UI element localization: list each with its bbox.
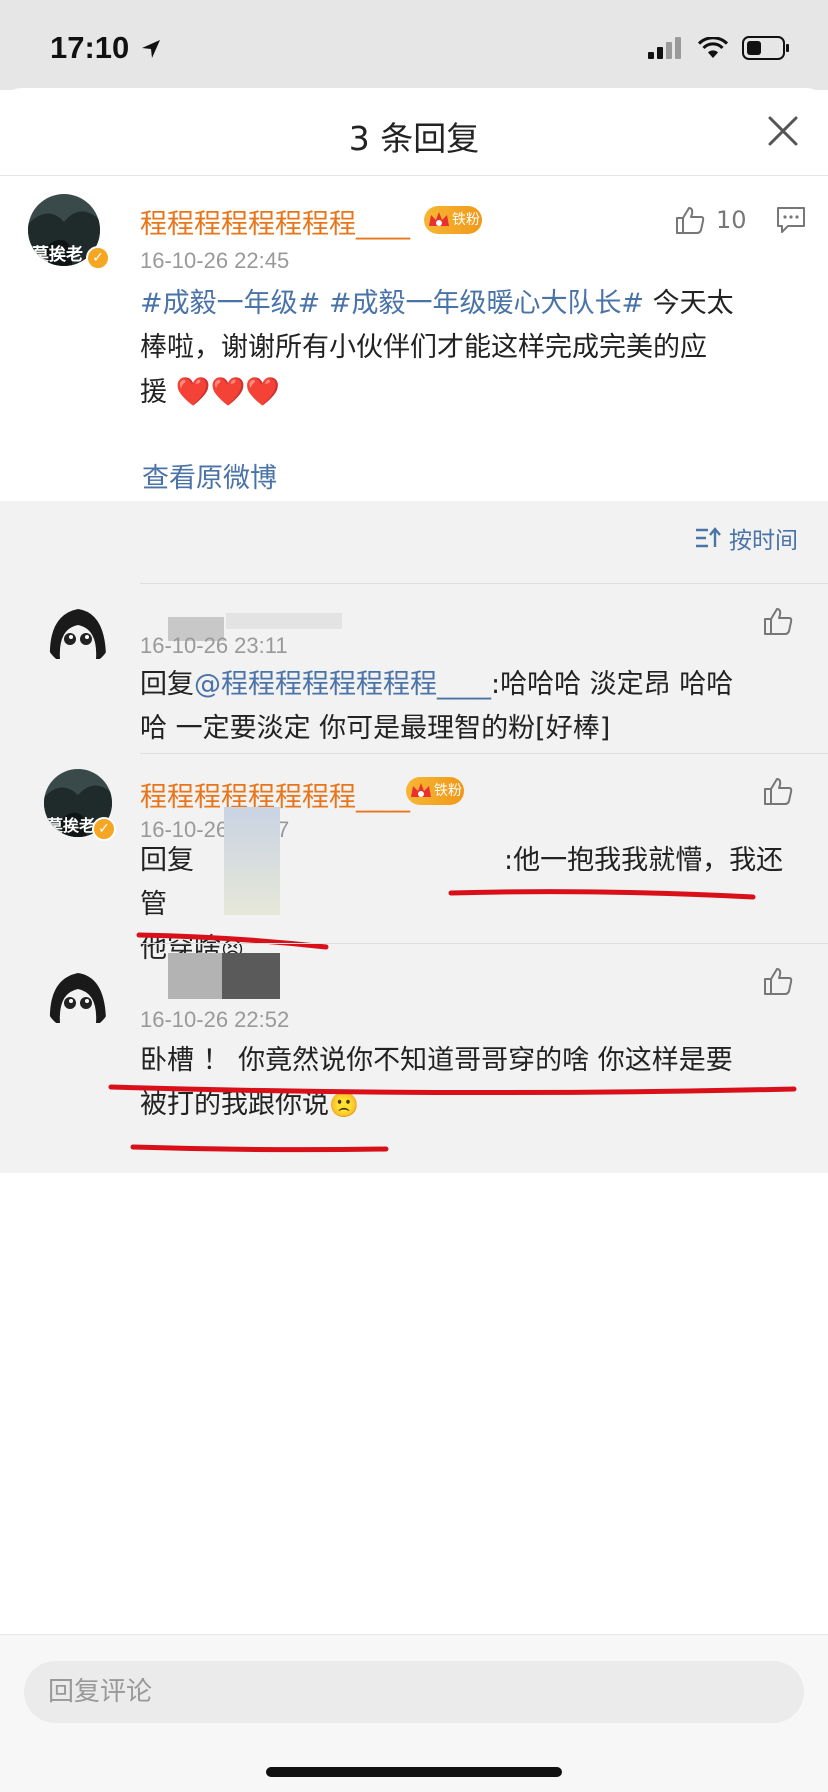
fan-badge-label: 铁粉 [434, 783, 462, 799]
reply-text-line: 卧槽 ！ 你竟然说你不知道哥哥穿的啥 你这样是要 [140, 1045, 733, 1076]
topic-link[interactable]: #成毅一年级# [140, 288, 320, 319]
fan-badge: 铁粉 [406, 777, 464, 805]
reply-prefix: 回复 [140, 845, 194, 876]
reply-time: 16-10-26 22:52 [140, 1007, 290, 1032]
heart-emoji: ❤️❤️❤️ [175, 375, 281, 408]
verified-badge-icon: ✓ [92, 817, 116, 841]
red-underline-annotation [448, 889, 756, 900]
avatar[interactable] [44, 963, 112, 1031]
svg-text:莫挨老: 莫挨老 [31, 244, 83, 265]
comment-text: #成毅一年级# #成毅一年级暖心大队长# 今天太 棒啦，谢谢所有小伙伴们才能这样… [140, 282, 800, 415]
blurred-username [226, 613, 342, 629]
thumbs-up-icon[interactable] [762, 965, 794, 997]
location-arrow-icon [141, 40, 160, 58]
reply-list: 按时间 16-10-26 23:11 回复@程程程程程程程程____:哈哈哈 淡… [0, 501, 828, 1173]
topic-link[interactable]: #成毅一年级暖心大队长# [329, 288, 644, 319]
sort-bar: 按时间 [0, 501, 828, 571]
status-bar: 17:10 [0, 0, 828, 90]
comment-text-line: 援 [140, 377, 167, 408]
mention-link[interactable]: @程程程程程程程程____ [194, 669, 491, 700]
crown-icon [429, 212, 449, 226]
red-underline-annotation [130, 1144, 389, 1153]
sort-icon [696, 527, 721, 548]
fan-badge: 铁粉 [424, 206, 482, 234]
reply-comment-input[interactable]: 回复评论 [24, 1661, 804, 1723]
original-comment: 莫挨老 ✓ 程程程程程程程程____ 铁粉 16-10-26 22:45 10 … [0, 176, 828, 501]
red-underline-annotation [108, 1084, 797, 1096]
reply-time: 16-10-26 23:11 [140, 633, 288, 658]
signal-icon [648, 37, 681, 59]
clock-text: 17:10 [50, 30, 130, 65]
home-indicator[interactable] [266, 1767, 562, 1777]
battery-icon [742, 36, 789, 60]
comment-time: 16-10-26 22:45 [140, 248, 290, 273]
blurred-username [168, 953, 222, 999]
replies-sheet: 3 条回复 莫挨老 ✓ 程程程程程程程程____ 铁粉 16-10-26 22:… [0, 88, 828, 1792]
like-count: 10 [716, 206, 747, 234]
sheet-header: 3 条回复 [0, 88, 828, 176]
reply-item: 16-10-26 22:52 卧槽 ！ 你竟然说你不知道哥哥穿的啥 你这样是要 … [0, 943, 828, 1173]
close-icon[interactable] [766, 114, 800, 148]
fan-badge-label: 铁粉 [452, 212, 480, 228]
comment-text-line: 今天太 [644, 288, 734, 319]
reply-bar: 回复评论 [0, 1634, 828, 1792]
sort-by-time-button[interactable]: 按时间 [695, 521, 798, 555]
comment-username[interactable]: 程程程程程程程程____ [140, 202, 410, 241]
comment-icon[interactable] [776, 206, 806, 234]
reply-text-line: :哈哈哈 淡定昂 哈哈 [491, 669, 734, 700]
reply-item: 莫挨老 ✓ 程程程程程程程程____ 铁粉 16-10-26 23:07 回复:… [0, 753, 828, 964]
wifi-icon [698, 37, 728, 58]
reply-text: 回复@程程程程程程程程____:哈哈哈 淡定昂 哈哈 哈 一定要淡定 你可是最理… [140, 663, 810, 751]
thumbs-up-icon[interactable] [762, 775, 794, 807]
crown-icon [411, 783, 431, 797]
thumbs-up-icon[interactable] [762, 605, 794, 637]
reply-item: 16-10-26 23:11 回复@程程程程程程程程____:哈哈哈 淡定昂 哈… [0, 583, 828, 753]
blurred-username [222, 953, 280, 999]
svg-text:莫挨老: 莫挨老 [46, 816, 95, 835]
comment-text-line: 棒啦，谢谢所有小伙伴们才能这样完成完美的应 [140, 332, 707, 363]
view-original-link[interactable]: 查看原微博 [142, 456, 277, 495]
sort-label: 按时间 [729, 528, 798, 554]
thumbs-up-icon[interactable] [674, 204, 706, 236]
verified-badge-icon: ✓ [86, 246, 110, 270]
reply-prefix: 回复 [140, 669, 194, 700]
reply-text-line: 哈 一定要淡定 你可是最理智的粉[好棒] [140, 713, 611, 744]
status-time: 17:10 [50, 30, 162, 66]
avatar[interactable] [44, 599, 112, 667]
page-title: 3 条回复 [348, 119, 480, 158]
